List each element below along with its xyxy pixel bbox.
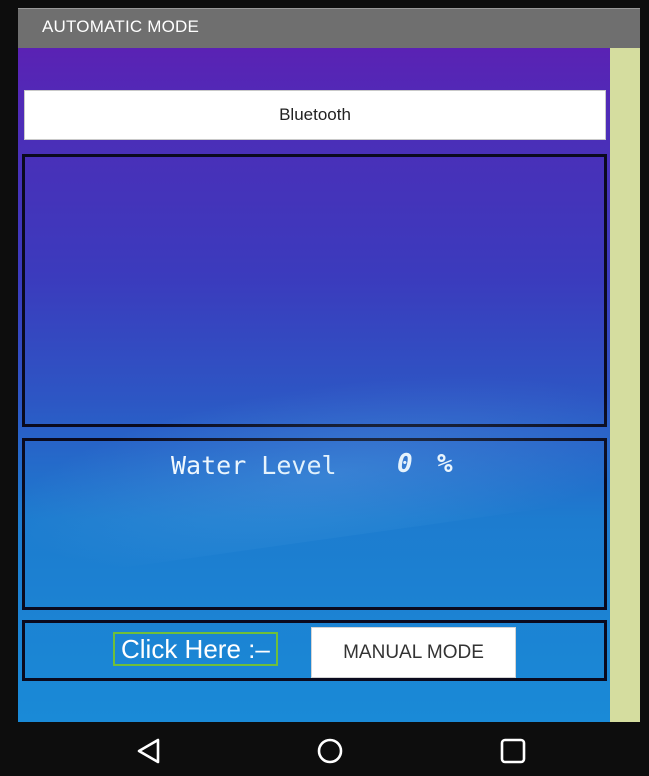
home-icon[interactable] [315,736,345,766]
display-panel [22,154,607,427]
water-level-label: Water Level [171,451,337,480]
back-icon[interactable] [134,736,164,766]
phone-frame: AUTOMATIC MODE Bluetooth Water Level 0 %… [0,0,649,776]
navigation-bar [18,722,640,776]
title-bar: AUTOMATIC MODE [18,8,640,48]
manual-mode-button[interactable]: MANUAL MODE [311,627,516,678]
click-here-label: Click Here :– [113,632,278,666]
water-level-unit: % [437,449,453,479]
water-level-panel: Water Level 0 % [22,438,607,610]
bluetooth-button[interactable]: Bluetooth [24,90,606,140]
app-title: AUTOMATIC MODE [42,17,200,36]
side-strip [610,48,640,722]
app-screen: Bluetooth Water Level 0 % Click Here :– … [18,48,610,722]
water-level-value: 0 [397,449,413,479]
recent-apps-icon[interactable] [498,736,528,766]
mode-panel: Click Here :– MANUAL MODE [22,620,607,681]
